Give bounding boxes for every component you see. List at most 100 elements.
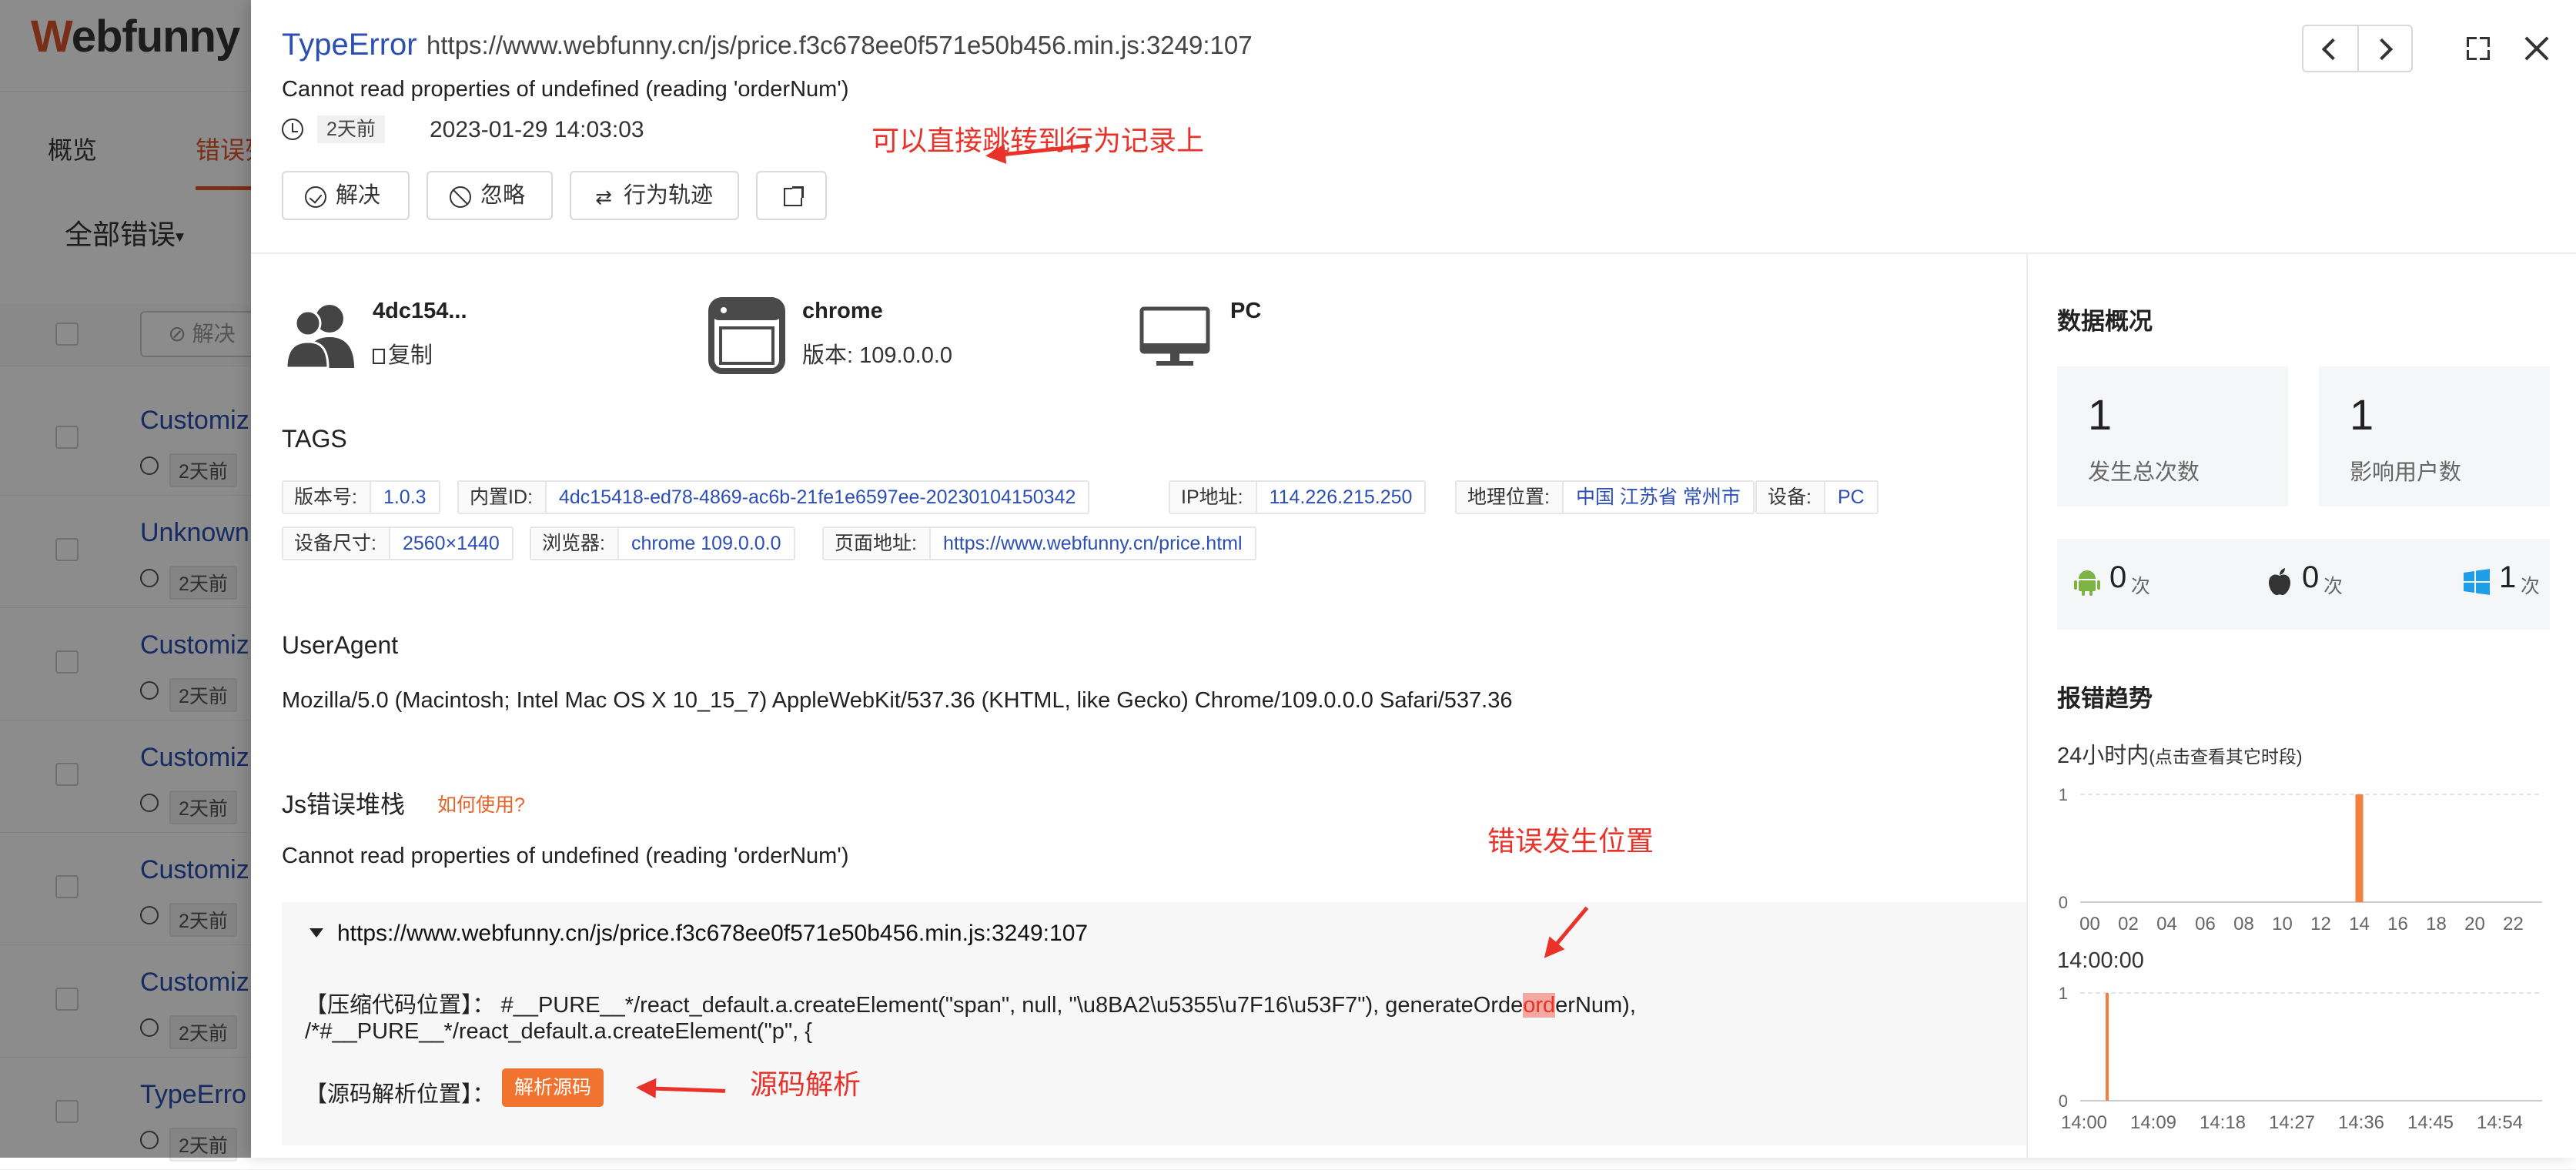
trend-chart-detail: 0 1 14:00 14:09 14:18 14:27 14:36 14:45 14:54 xyxy=(2059,984,2542,1132)
error-highlight: ord xyxy=(1523,993,1556,1018)
check-circle-icon xyxy=(305,186,326,208)
desktop-monitor-icon xyxy=(1139,306,1210,366)
android-icon xyxy=(2074,570,2100,596)
browser-name: chrome xyxy=(802,299,883,323)
x-tick-label: 04 xyxy=(2156,914,2177,933)
time-ago-badge: 2天前 xyxy=(317,115,385,143)
y-tick-label: 0 xyxy=(2059,893,2068,912)
error-message: Cannot read properties of undefined (rea… xyxy=(282,77,849,102)
trend-title: 报错趋势 xyxy=(2057,685,2153,712)
device-type: PC xyxy=(1230,299,1262,323)
next-error-button[interactable] xyxy=(2357,26,2413,71)
behavior-trace-button[interactable]: ⇄ 行为轨迹 xyxy=(570,171,739,220)
browser-version: 版本: 109.0.0.0 xyxy=(802,343,953,368)
how-to-use-link[interactable]: 如何使用? xyxy=(437,790,525,817)
error-url: https://www.webfunny.cn/js/price.f3c678e… xyxy=(427,31,1253,59)
x-tick-label: 14 xyxy=(2349,914,2370,933)
x-tick-label: 10 xyxy=(2272,914,2293,933)
x-tick-label: 18 xyxy=(2426,914,2447,933)
x-tick-label: 14:09 xyxy=(2130,1112,2176,1132)
bar-14:03 xyxy=(2106,993,2109,1101)
caret-down-icon xyxy=(309,928,323,938)
stack-message: Cannot read properties of undefined (rea… xyxy=(282,844,849,868)
x-tick-label: 14:00 xyxy=(2061,1112,2107,1132)
affected-users-value: 1 xyxy=(2350,390,2374,439)
trend-chart-24h: 0 1 00 02 04 06 08 10 12 14 16 18 20 22 xyxy=(2059,785,2542,933)
tag-ip: IP地址: 114.226.215.250 xyxy=(1169,480,1427,514)
bar-14 xyxy=(2355,794,2364,902)
tag-browser: 浏览器: chrome 109.0.0.0 xyxy=(530,526,795,560)
overview-title: 数据概况 xyxy=(2057,308,2153,335)
drawer-header: TypeError https://www.webfunny.cn/js/pri… xyxy=(251,0,2576,254)
apple-icon xyxy=(2269,568,2290,596)
copy-icon xyxy=(373,349,385,364)
previous-error-button[interactable] xyxy=(2303,26,2357,71)
x-tick-label: 16 xyxy=(2387,914,2408,933)
resolve-button[interactable]: 解决 xyxy=(282,171,410,220)
useragent-text: Mozilla/5.0 (Macintosh; Intel Mac OS X 1… xyxy=(282,688,1513,713)
x-tick-label: 06 xyxy=(2195,914,2216,933)
resolve-label: 解决 xyxy=(336,183,381,208)
compressed-code-line: 【压缩代码位置】： #__PURE__*/react_default.a.cre… xyxy=(305,993,1636,1018)
behavior-trace-label: 行为轨迹 xyxy=(624,183,714,208)
tag-screen-size: 设备尺寸: 2560×1440 xyxy=(282,526,514,560)
total-occurrences-card: 1 发生总次数 xyxy=(2057,366,2288,506)
tag-internal-id: 内置ID: 4dc15418-ed78-4869-ac6b-21fe1e6597e… xyxy=(457,480,1090,514)
annotation-error-location: 错误发生位置 xyxy=(1487,825,1654,857)
stack-frame-toggle[interactable]: https://www.webfunny.cn/js/price.f3c678e… xyxy=(309,921,1088,947)
stack-frame-panel: https://www.webfunny.cn/js/price.f3c678e… xyxy=(282,902,2026,1145)
windows-icon xyxy=(2464,569,2490,595)
ban-icon xyxy=(450,186,471,208)
ignore-button[interactable]: 忽略 xyxy=(427,171,553,220)
error-type: TypeError xyxy=(282,28,417,62)
x-tick-label: 12 xyxy=(2310,914,2331,933)
x-tick-label: 14:45 xyxy=(2407,1112,2454,1132)
tag-version: 版本号: 1.0.3 xyxy=(282,480,440,514)
total-occurrences-label: 发生总次数 xyxy=(2088,460,2200,485)
trend-detail-time: 14:00:00 xyxy=(2057,948,2144,973)
close-icon[interactable] xyxy=(2524,35,2550,62)
prev-next-nav xyxy=(2302,25,2413,72)
x-tick-label: 14:36 xyxy=(2338,1112,2384,1132)
error-timestamp: 2023-01-29 14:03:03 xyxy=(430,117,644,142)
apple-unit: 次 xyxy=(2323,576,2343,597)
user-id: 4dc154... xyxy=(373,299,467,323)
x-tick-label: 14:27 xyxy=(2269,1112,2315,1132)
source-location-label: 【源码解析位置】： xyxy=(305,1082,495,1107)
x-tick-label: 02 xyxy=(2118,914,2139,933)
js-stack-title: Js错误堆栈 xyxy=(282,791,406,818)
swap-icon: ⇄ xyxy=(595,186,612,209)
tags-title: TAGS xyxy=(282,425,347,453)
fullscreen-icon[interactable] xyxy=(2467,37,2490,60)
x-tick-label: 20 xyxy=(2464,914,2485,933)
error-detail-main: 4dc154... 复制 chrome 版本: 109.0.0.0 PC TAG… xyxy=(251,254,2026,1158)
annotation-source-parse: 源码解析 xyxy=(750,1068,861,1100)
open-external-button[interactable] xyxy=(756,171,827,220)
x-tick-label: 08 xyxy=(2233,914,2254,933)
tag-page-url[interactable]: 页面地址: https://www.webfunny.cn/price.html xyxy=(822,526,1256,560)
apple-count: 0 xyxy=(2302,560,2320,594)
android-unit: 次 xyxy=(2131,576,2151,597)
x-tick-label: 14:54 xyxy=(2477,1112,2523,1132)
y-tick-label: 1 xyxy=(2059,984,2068,1003)
y-tick-label: 1 xyxy=(2059,785,2068,804)
parse-source-button[interactable]: 解析源码 xyxy=(502,1068,604,1107)
total-occurrences-value: 1 xyxy=(2088,390,2113,439)
tag-location: 地理位置: 中国 江苏省 常州市 xyxy=(1455,480,1755,514)
android-count: 0 xyxy=(2109,560,2127,594)
tag-device: 设备: PC xyxy=(1755,480,1878,514)
clock-icon xyxy=(282,119,303,140)
error-detail-drawer: TypeError https://www.webfunny.cn/js/pri… xyxy=(251,0,2576,1158)
browser-window-icon xyxy=(708,297,785,374)
trend-range-selector[interactable]: 24小时内(点击查看其它时段) xyxy=(2057,737,2303,770)
windows-unit: 次 xyxy=(2521,576,2541,597)
compressed-code-line-2: /*#__PURE__*/react_default.a.createEleme… xyxy=(305,1019,812,1044)
x-tick-label: 22 xyxy=(2503,914,2524,933)
windows-count: 1 xyxy=(2499,560,2517,594)
platform-breakdown: 0 次 0 次 1 次 xyxy=(2057,539,2550,630)
x-tick-label: 14:18 xyxy=(2200,1112,2246,1132)
copy-user-id-button[interactable]: 复制 xyxy=(373,337,433,369)
ignore-label: 忽略 xyxy=(480,183,526,208)
useragent-title: UserAgent xyxy=(282,631,399,659)
affected-users-label: 影响用户数 xyxy=(2350,460,2462,485)
